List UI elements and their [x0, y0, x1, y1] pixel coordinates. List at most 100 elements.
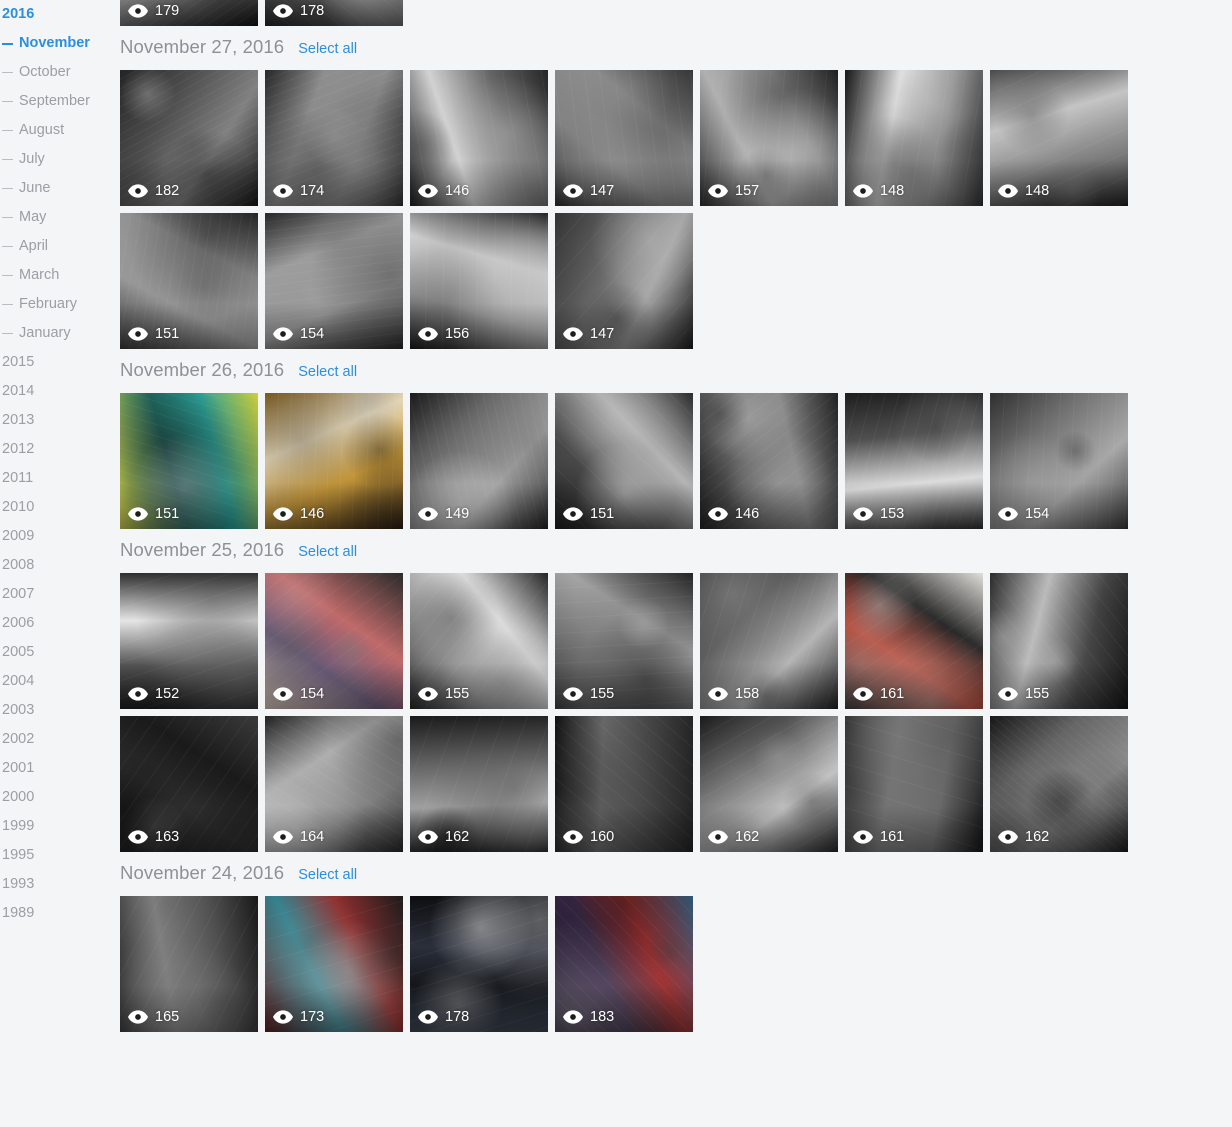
select-all-link[interactable]: Select all [298, 41, 357, 57]
photo-thumbnail[interactable]: 155 [990, 573, 1128, 709]
date-group-header: November 25, 2016 Select all [120, 529, 1232, 573]
sidebar-year-1995[interactable]: 1995 [0, 841, 118, 870]
photo-thumbnail[interactable]: 182 [120, 70, 258, 206]
photo-image [120, 896, 258, 1032]
photo-scrim [700, 806, 838, 852]
photo-image [555, 716, 693, 852]
sidebar-month-label: November [19, 35, 90, 51]
sidebar-month-label: October [19, 64, 71, 80]
photo-scrim [410, 663, 548, 709]
sidebar-month-july[interactable]: July [0, 145, 118, 174]
thumbnail-grid: 152 154 155 155 158 161 155 163 164 162 160 162 161 1… [120, 573, 1136, 852]
photo-thumbnail[interactable]: 146 [265, 393, 403, 529]
sidebar-year-2004[interactable]: 2004 [0, 667, 118, 696]
sidebar-year-2014[interactable]: 2014 [0, 377, 118, 406]
select-all-link[interactable]: Select all [298, 544, 357, 560]
photo-image [120, 393, 258, 529]
sidebar-year-2010[interactable]: 2010 [0, 493, 118, 522]
photo-thumbnail[interactable]: 174 [265, 70, 403, 206]
date-group-header: November 24, 2016 Select all [120, 852, 1232, 896]
photo-image [555, 896, 693, 1032]
sidebar-month-april[interactable]: April [0, 232, 118, 261]
sidebar-year-2002[interactable]: 2002 [0, 725, 118, 754]
sidebar-year-1989[interactable]: 1989 [0, 899, 118, 928]
partial-thumbs: 179 178 [120, 0, 1136, 26]
photo-thumbnail[interactable]: 178 [265, 0, 403, 26]
photo-thumbnail[interactable]: 155 [410, 573, 548, 709]
sidebar-year-2001[interactable]: 2001 [0, 754, 118, 783]
photo-thumbnail[interactable]: 164 [265, 716, 403, 852]
date-group-title: November 26, 2016 [120, 359, 285, 380]
photo-scrim [555, 663, 693, 709]
sidebar-month-may[interactable]: May [0, 203, 118, 232]
photo-thumbnail[interactable]: 157 [700, 70, 838, 206]
sidebar-month-november[interactable]: November [0, 29, 118, 58]
sidebar-month-september[interactable]: September [0, 87, 118, 116]
photo-thumbnail[interactable]: 178 [410, 896, 548, 1032]
photo-thumbnail[interactable]: 146 [700, 393, 838, 529]
photo-thumbnail[interactable]: 151 [120, 393, 258, 529]
sidebar-year-2012[interactable]: 2012 [0, 435, 118, 464]
photo-thumbnail[interactable]: 160 [555, 716, 693, 852]
sidebar-month-january[interactable]: January [0, 319, 118, 348]
photo-thumbnail[interactable]: 158 [700, 573, 838, 709]
sidebar-month-march[interactable]: March [0, 261, 118, 290]
photo-thumbnail[interactable]: 161 [845, 573, 983, 709]
sidebar-year-2009[interactable]: 2009 [0, 522, 118, 551]
photo-image [265, 573, 403, 709]
photo-thumbnail[interactable]: 173 [265, 896, 403, 1032]
sidebar-year-2007[interactable]: 2007 [0, 580, 118, 609]
photo-thumbnail[interactable]: 162 [700, 716, 838, 852]
sidebar-year-2006[interactable]: 2006 [0, 609, 118, 638]
photo-thumbnail[interactable]: 165 [120, 896, 258, 1032]
sidebar-month-august[interactable]: August [0, 116, 118, 145]
photo-thumbnail[interactable]: 148 [990, 70, 1128, 206]
sidebar-year-2000[interactable]: 2000 [0, 783, 118, 812]
photo-thumbnail[interactable]: 154 [265, 573, 403, 709]
photo-thumbnail[interactable]: 149 [410, 393, 548, 529]
photo-thumbnail[interactable]: 147 [555, 70, 693, 206]
thumbnail-grid: 182 174 146 147 157 148 148 151 154 156 147 [120, 70, 1136, 349]
sidebar-month-october[interactable]: October [0, 58, 118, 87]
date-group-header: November 26, 2016 Select all [120, 349, 1232, 393]
photo-thumbnail[interactable]: 163 [120, 716, 258, 852]
dash-icon [2, 333, 13, 334]
sidebar-month-june[interactable]: June [0, 174, 118, 203]
photo-image [845, 393, 983, 529]
sidebar-year-2008[interactable]: 2008 [0, 551, 118, 580]
photo-thumbnail[interactable]: 151 [120, 213, 258, 349]
select-all-link[interactable]: Select all [298, 867, 357, 883]
photo-thumbnail[interactable]: 179 [120, 0, 258, 26]
sidebar-month-label: June [19, 180, 51, 196]
sidebar-year-2013[interactable]: 2013 [0, 406, 118, 435]
sidebar-year-current[interactable]: 2016 [0, 0, 118, 29]
photo-thumbnail[interactable]: 151 [555, 393, 693, 529]
photo-thumbnail[interactable]: 155 [555, 573, 693, 709]
sidebar-month-label: April [19, 238, 49, 254]
photo-thumbnail[interactable]: 147 [555, 213, 693, 349]
photo-image [990, 573, 1128, 709]
photo-thumbnail[interactable]: 183 [555, 896, 693, 1032]
photo-thumbnail[interactable]: 154 [990, 393, 1128, 529]
sidebar-year-2003[interactable]: 2003 [0, 696, 118, 725]
sidebar-year-1993[interactable]: 1993 [0, 870, 118, 899]
photo-thumbnail[interactable]: 153 [845, 393, 983, 529]
photo-thumbnail[interactable]: 152 [120, 573, 258, 709]
photo-thumbnail[interactable]: 162 [990, 716, 1128, 852]
photo-image [120, 0, 258, 26]
dash-icon [2, 72, 13, 73]
photo-thumbnail[interactable]: 148 [845, 70, 983, 206]
sidebar-month-february[interactable]: February [0, 290, 118, 319]
photo-thumbnail[interactable]: 162 [410, 716, 548, 852]
photo-image [410, 716, 548, 852]
sidebar-year-2015[interactable]: 2015 [0, 348, 118, 377]
photo-thumbnail[interactable]: 154 [265, 213, 403, 349]
sidebar-year-2005[interactable]: 2005 [0, 638, 118, 667]
photo-image [700, 573, 838, 709]
photo-thumbnail[interactable]: 161 [845, 716, 983, 852]
select-all-link[interactable]: Select all [298, 364, 357, 380]
sidebar-year-1999[interactable]: 1999 [0, 812, 118, 841]
sidebar-year-2011[interactable]: 2011 [0, 464, 118, 493]
photo-thumbnail[interactable]: 146 [410, 70, 548, 206]
photo-thumbnail[interactable]: 156 [410, 213, 548, 349]
